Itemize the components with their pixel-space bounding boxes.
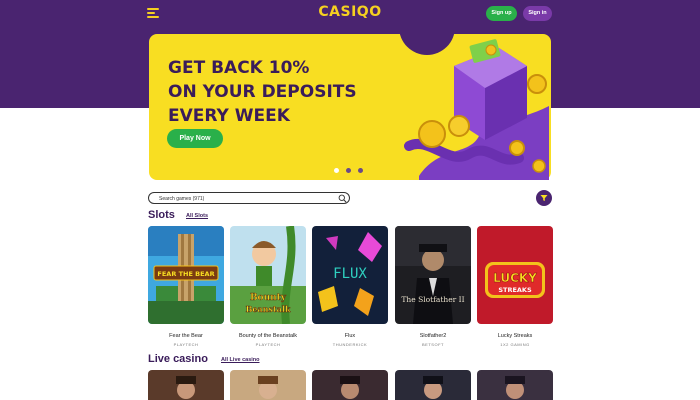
- live-game-thumbnail[interactable]: [148, 370, 224, 400]
- coin-machine-illustration: [404, 39, 549, 180]
- game-thumbnail-flux: FLUX: [312, 226, 388, 324]
- live-game-thumbnail[interactable]: [477, 370, 553, 400]
- all-live-casino-link[interactable]: All Live casino: [221, 357, 260, 363]
- svg-text:FEAR THE BEAR: FEAR THE BEAR: [157, 270, 214, 278]
- all-slots-link[interactable]: All Slots: [186, 213, 208, 219]
- game-name: Flux: [344, 333, 356, 339]
- slots-section-title: Slots: [148, 209, 175, 221]
- game-provider: 1X2 GAMING: [500, 342, 530, 347]
- live-casino-section-title: Live casino: [148, 353, 208, 365]
- search-input[interactable]: [159, 194, 329, 203]
- svg-text:Beanstalk: Beanstalk: [246, 304, 291, 314]
- carousel-dot-1[interactable]: [334, 168, 339, 173]
- game-provider: PLAYTECH: [255, 342, 281, 347]
- search-icon[interactable]: [338, 194, 347, 203]
- sign-up-button[interactable]: Sign up: [486, 6, 517, 21]
- game-card[interactable]: LUCKY STREAKS Lucky Streaks 1X2 GAMING: [477, 226, 553, 347]
- game-card[interactable]: FEAR THE BEAR Fear the Bear PLAYTECH: [148, 226, 224, 347]
- promo-line-1: GET BACK 10%: [168, 58, 310, 78]
- promo-line-3: EVERY WEEK: [168, 106, 290, 126]
- svg-text:FLUX: FLUX: [333, 266, 367, 282]
- game-name: Fear the Bear: [169, 333, 203, 339]
- carousel-dot-2[interactable]: [346, 168, 351, 173]
- carousel-dots: [334, 168, 370, 174]
- game-name: Lucky Streaks: [497, 333, 533, 339]
- live-game-thumbnail[interactable]: [395, 370, 471, 400]
- casino-home-page: CASIQO Sign up Sign in GET BACK 10% ON Y…: [0, 0, 700, 400]
- game-search-bar: [148, 192, 350, 204]
- game-name: Slotfather2: [419, 333, 447, 339]
- filter-button[interactable]: [536, 190, 552, 206]
- site-logo[interactable]: CASIQO: [318, 4, 382, 20]
- game-provider: THUNDERKICK: [332, 342, 368, 347]
- promo-headline: GET BACK 10% ON YOUR DEPOSITS EVERY WEEK: [168, 56, 368, 128]
- svg-text:The Slotfather II: The Slotfather II: [401, 295, 464, 304]
- carousel-dot-3[interactable]: [358, 168, 363, 173]
- game-card[interactable]: Bounty Beanstalk Bounty of the Beanstalk…: [230, 225, 306, 347]
- hamburger-menu-icon[interactable]: [147, 6, 161, 20]
- game-thumbnail-bounty-of-the-beanstalk: Bounty Beanstalk: [230, 225, 306, 325]
- sign-in-button[interactable]: Sign in: [523, 6, 552, 21]
- game-thumbnail-fear-the-bear: FEAR THE BEAR: [148, 226, 224, 324]
- game-thumbnail-slotfather2: The Slotfather II: [395, 226, 471, 324]
- svg-text:STREAKS: STREAKS: [498, 286, 532, 294]
- svg-text:Bounty: Bounty: [250, 293, 287, 303]
- live-game-thumbnail[interactable]: [312, 370, 388, 400]
- play-now-button[interactable]: Play Now: [167, 129, 223, 148]
- game-provider: BETSOFT: [422, 342, 444, 347]
- svg-text:LUCKY: LUCKY: [493, 271, 537, 285]
- top-header: CASIQO Sign up Sign in: [0, 0, 700, 30]
- game-thumbnail-lucky-streaks: LUCKY STREAKS: [477, 226, 553, 324]
- game-card[interactable]: FLUX Flux THUNDERKICK: [312, 226, 388, 347]
- game-name: Bounty of the Beanstalk: [238, 333, 298, 339]
- filter-icon: [540, 195, 548, 201]
- live-game-thumbnail[interactable]: [230, 370, 306, 400]
- game-provider: PLAYTECH: [173, 342, 199, 347]
- promo-line-2: ON YOUR DEPOSITS: [168, 82, 357, 102]
- game-card[interactable]: The Slotfather II Slotfather2 BETSOFT: [395, 226, 471, 347]
